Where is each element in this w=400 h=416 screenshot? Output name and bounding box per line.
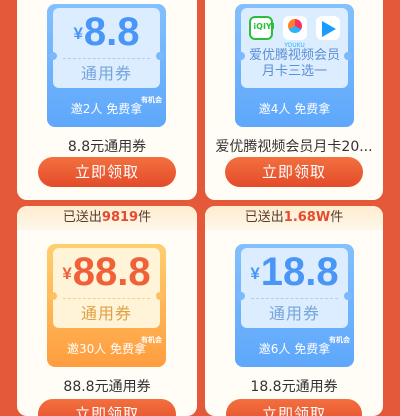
membership-ticket[interactable]: iQIYI YOUKU 爱优腾视频会员 月卡三选一 邀4人 免费拿 bbox=[235, 4, 354, 127]
coupon-card-88-8: 已送出9819件 ¥88.8 通用券 有机会 邀30人 免费拿 88.8元通用券… bbox=[17, 206, 197, 416]
youku-icon: YOUKU bbox=[282, 16, 307, 49]
invite-requirement: 邀2人 免费拿 bbox=[70, 102, 143, 116]
coupon-ticket[interactable]: ¥88.8 通用券 有机会 邀30人 免费拿 bbox=[47, 244, 166, 367]
video-app-logos: iQIYI YOUKU bbox=[241, 16, 348, 49]
coupon-description: 爱优腾视频会员月卡20... bbox=[215, 139, 373, 155]
claim-button[interactable]: 立即领取 bbox=[38, 157, 176, 187]
coupon-face: ¥8.8 通用券 bbox=[49, 8, 164, 88]
coupon-description: 18.8元通用券 bbox=[250, 379, 338, 395]
coupon-amount: ¥8.8 bbox=[73, 10, 140, 54]
coupon-face: ¥88.8 通用券 bbox=[49, 248, 164, 328]
coupon-card-8-8: ¥8.8 通用券 有机会 邀2人 免费拿 8.8元通用券 立即领取 bbox=[17, 0, 197, 200]
claim-button[interactable]: 立即领取 bbox=[225, 157, 363, 187]
invite-requirement: 邀30人 免费拿 bbox=[66, 342, 147, 356]
coupon-description: 88.8元通用券 bbox=[63, 379, 151, 395]
coupon-face: iQIYI YOUKU 爱优腾视频会员 月卡三选一 bbox=[237, 8, 352, 88]
coupon-description: 8.8元通用券 bbox=[67, 139, 147, 155]
claim-button[interactable]: 立即领取 bbox=[38, 399, 176, 416]
coupon-grid: ¥8.8 通用券 有机会 邀2人 免费拿 8.8元通用券 立即领取 iQIYI … bbox=[0, 0, 400, 416]
coupon-amount: ¥18.8 bbox=[250, 250, 339, 294]
iqiyi-icon: iQIYI bbox=[249, 16, 275, 40]
coupon-face: ¥18.8 通用券 bbox=[237, 248, 352, 328]
sent-count-banner: 已送出1.68W件 bbox=[205, 206, 383, 230]
invite-requirement: 邀4人 免费拿 bbox=[258, 102, 331, 116]
coupon-divider bbox=[63, 58, 150, 59]
sent-count: 9819 bbox=[101, 210, 139, 225]
tencent-video-icon bbox=[315, 16, 340, 40]
coupon-type-label: 通用券 bbox=[80, 304, 132, 323]
coupon-ticket[interactable]: ¥8.8 通用券 有机会 邀2人 免费拿 bbox=[47, 4, 166, 127]
claim-button[interactable]: 立即领取 bbox=[226, 399, 362, 416]
coupon-ticket[interactable]: ¥18.8 通用券 有机会 邀6人 免费拿 bbox=[235, 244, 354, 367]
membership-title: 爱优腾视频会员 月卡三选一 bbox=[248, 48, 340, 79]
sent-count-banner: 已送出9819件 bbox=[17, 206, 197, 230]
coupon-divider bbox=[251, 298, 338, 299]
coupon-amount: ¥88.8 bbox=[62, 250, 151, 294]
coupon-type-label: 通用券 bbox=[268, 304, 320, 323]
coupon-card-18-8: 已送出1.68W件 ¥18.8 通用券 有机会 邀6人 免费拿 18.8元通用券… bbox=[205, 206, 383, 416]
coupon-divider bbox=[63, 298, 150, 299]
coupon-type-label: 通用券 bbox=[80, 64, 132, 83]
invite-requirement: 邀6人 免费拿 bbox=[258, 342, 331, 356]
sent-count: 1.68W bbox=[283, 210, 331, 225]
coupon-card-video-membership: iQIYI YOUKU 爱优腾视频会员 月卡三选一 邀4人 免费拿 爱优腾视频会… bbox=[205, 0, 383, 200]
